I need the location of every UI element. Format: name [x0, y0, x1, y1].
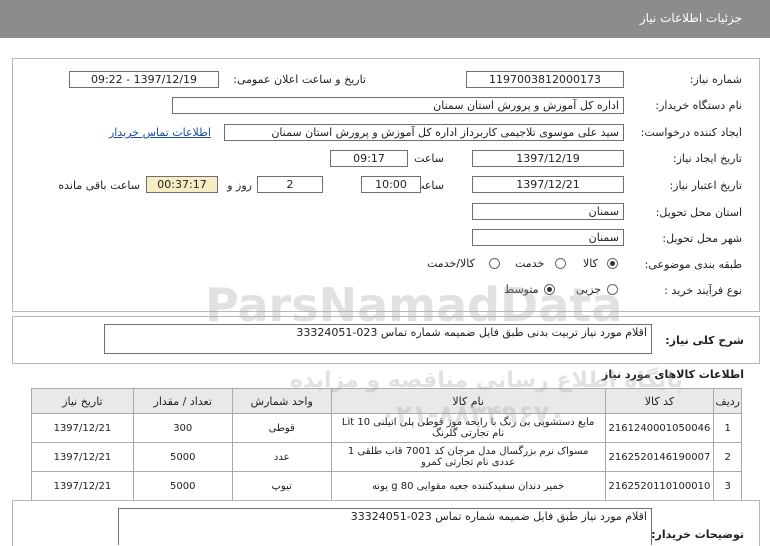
- page-header: جزئیات اطلاعات نیاز: [0, 0, 770, 38]
- category-goods-label: کالا: [583, 257, 598, 270]
- notes-label: توضیحات خریدار:: [651, 528, 744, 541]
- item-unit: عدد: [231, 442, 332, 472]
- item-date: 1397/12/21: [31, 413, 134, 443]
- item-quantity: 5000: [132, 442, 233, 472]
- purchase-minor-radio[interactable]: [607, 284, 618, 295]
- province-field[interactable]: سمنان: [472, 203, 624, 220]
- need-number-field[interactable]: 1197003812000173: [466, 71, 624, 88]
- requester-label: ایجاد کننده درخواست:: [640, 126, 742, 139]
- requester-field[interactable]: سید علی موسوی تلاجیمی کاربرداز اداره کل …: [224, 124, 624, 141]
- buyer-contact-link[interactable]: اطلاعات تماس خریدار: [109, 126, 211, 139]
- category-both-radio[interactable]: [489, 258, 500, 269]
- col-name-header: نام کالا: [330, 388, 606, 414]
- row-number: 3: [713, 471, 742, 501]
- category-goods-radio[interactable]: [607, 258, 618, 269]
- create-date-field[interactable]: 1397/12/19: [472, 150, 624, 167]
- create-time-label: ساعت: [414, 152, 444, 165]
- city-label: شهر محل تحویل:: [662, 232, 742, 245]
- item-date: 1397/12/21: [31, 442, 134, 472]
- purchase-minor-label: جزیی: [576, 283, 602, 296]
- notes-field[interactable]: اقلام مورد نیاز طبق فایل ضمیمه شماره تما…: [118, 508, 652, 545]
- table-row[interactable]: 2 2162520146190007 مسواک نرم بزرگسال مدل…: [31, 442, 742, 472]
- buyer-org-label: نام دستگاه خریدار:: [655, 99, 742, 112]
- row-number: 1: [713, 413, 742, 443]
- category-both-label: کالا/خدمت: [427, 257, 475, 270]
- items-section-title: اطلاعات کالاهای مورد نیاز: [602, 368, 744, 381]
- remaining-days-field[interactable]: 2: [257, 176, 323, 193]
- row-number: 2: [713, 442, 742, 472]
- city-field[interactable]: سمنان: [472, 229, 624, 246]
- create-time-field[interactable]: 09:17: [330, 150, 408, 167]
- page-title: جزئیات اطلاعات نیاز: [639, 11, 742, 25]
- col-quantity-header: تعداد / مقدار: [132, 388, 233, 414]
- announce-label: تاریخ و ساعت اعلان عمومی:: [233, 73, 366, 86]
- item-name: خمیر دندان سفیدکننده جعبه مقوایی 80 g یو…: [330, 471, 606, 501]
- category-service-label: خدمت: [515, 257, 545, 270]
- item-name: مسواک نرم بزرگسال مدل مرجان کد 7001 قاب …: [330, 442, 606, 472]
- item-unit: قوطی: [231, 413, 332, 443]
- valid-date-field[interactable]: 1397/12/21: [472, 176, 624, 193]
- item-unit: تیوپ: [231, 471, 332, 501]
- items-header-row: ردیف کد کالا نام کالا واحد شمارش تعداد /…: [31, 388, 742, 414]
- remaining-label: ساعت باقی مانده: [58, 179, 140, 192]
- table-row[interactable]: 3 2162520110100010 خمیر دندان سفیدکننده …: [31, 471, 742, 501]
- valid-date-label: تاریخ اعتبار نیاز:: [669, 179, 742, 192]
- purchase-medium-label: متوسط: [504, 283, 539, 296]
- item-quantity: 300: [132, 413, 233, 443]
- need-number-label: شماره نیاز:: [689, 73, 742, 86]
- item-code: 2161240001050046: [604, 413, 715, 443]
- valid-time-field[interactable]: 10:00: [361, 176, 421, 193]
- items-table: ردیف کد کالا نام کالا واحد شمارش تعداد /…: [31, 388, 742, 501]
- category-label: طبقه بندی موضوعی:: [644, 258, 742, 271]
- announce-field[interactable]: 1397/12/19 - 09:22: [69, 71, 219, 88]
- purchase-medium-radio[interactable]: [544, 284, 555, 295]
- col-date-header: تاریخ نیاز: [31, 388, 134, 414]
- create-date-label: تاریخ ایجاد نیاز:: [672, 152, 742, 165]
- item-quantity: 5000: [132, 471, 233, 501]
- province-label: استان محل تحویل:: [655, 206, 742, 219]
- col-unit-header: واحد شمارش: [231, 388, 332, 414]
- purchase-type-label: نوع فرآیند خرید :: [664, 284, 742, 297]
- col-row-header: ردیف: [713, 388, 742, 414]
- buyer-org-field[interactable]: اداره کل آموزش و پرورش استان سمنان: [172, 97, 624, 114]
- item-date: 1397/12/21: [31, 471, 134, 501]
- days-label: روز و: [227, 179, 252, 192]
- item-name: مایع دستشویی بی رنگ با رایحه موز قوطی پل…: [330, 413, 606, 443]
- remaining-time-field: 00:37:17: [146, 176, 218, 193]
- summary-label: شرح کلی نیاز:: [665, 334, 744, 347]
- table-row[interactable]: 1 2161240001050046 مایع دستشویی بی رنگ ب…: [31, 413, 742, 443]
- summary-field[interactable]: اقلام مورد نیاز تربیت بدنی طبق فایل ضمیم…: [104, 324, 652, 354]
- item-code: 2162520110100010: [604, 471, 715, 501]
- item-code: 2162520146190007: [604, 442, 715, 472]
- col-code-header: کد کالا: [604, 388, 715, 414]
- category-service-radio[interactable]: [555, 258, 566, 269]
